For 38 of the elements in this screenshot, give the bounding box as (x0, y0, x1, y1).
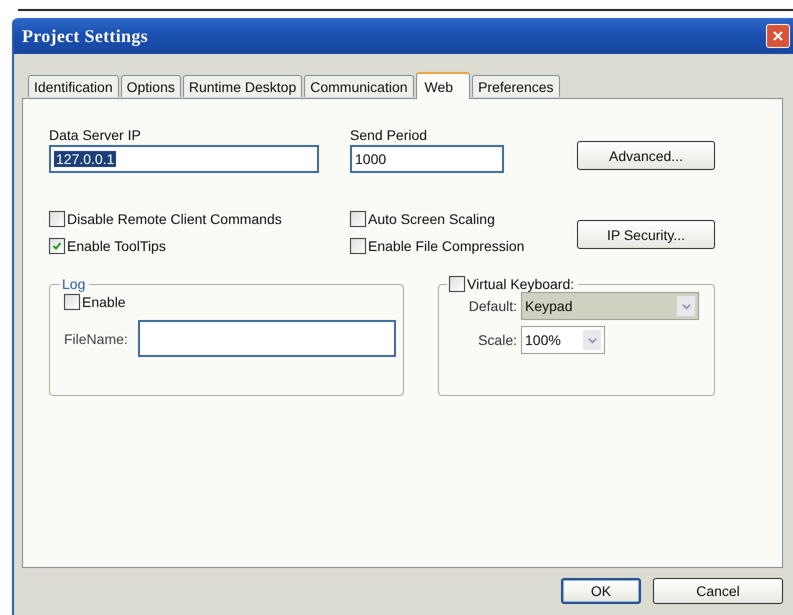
checkbox-label: Auto Screen Scaling (368, 211, 495, 227)
checkbox[interactable] (449, 276, 465, 292)
checkbox[interactable] (49, 211, 65, 227)
dropdown[interactable]: 100% (521, 326, 605, 354)
field-label: Scale: (477, 332, 517, 348)
close-button[interactable] (766, 24, 790, 48)
close-icon (772, 30, 784, 42)
input-field[interactable] (138, 320, 396, 357)
button[interactable]: Advanced... (577, 141, 715, 170)
tab[interactable]: Web (416, 72, 470, 99)
check-icon (52, 241, 62, 251)
chevron-icon (677, 296, 695, 316)
field-label: Send Period (350, 127, 428, 143)
checkbox[interactable] (350, 211, 366, 227)
field-label: Data Server IP (49, 127, 142, 143)
tab[interactable]: Runtime Desktop (182, 75, 302, 97)
checkbox-label: Enable (82, 294, 126, 310)
tab[interactable]: Options (120, 75, 181, 97)
chevron-icon (583, 330, 601, 350)
tab[interactable]: Identification (28, 75, 119, 97)
checkbox-label: Enable ToolTips (67, 238, 166, 254)
button[interactable]: IP Security... (577, 220, 715, 249)
button[interactable]: Cancel (653, 578, 783, 604)
checkbox-label: Virtual Keyboard: (467, 276, 574, 292)
field-label: FileName: (64, 330, 128, 346)
field-label: Default: (468, 298, 517, 314)
checkbox[interactable] (350, 238, 366, 254)
tab[interactable]: Communication (304, 75, 414, 97)
checkbox[interactable] (64, 294, 80, 310)
input-field[interactable]: 127.0.0.1 (49, 145, 319, 173)
checkbox[interactable] (49, 238, 65, 254)
group-title: Log (61, 276, 86, 292)
checkbox-label: Disable Remote Client Commands (67, 211, 282, 227)
button[interactable]: OK (561, 578, 641, 604)
window-title: Project Settings (22, 26, 148, 46)
input-field[interactable]: 1000 (350, 145, 504, 173)
checkbox-label: Enable File Compression (368, 238, 524, 254)
tab[interactable]: Preferences (472, 75, 560, 97)
